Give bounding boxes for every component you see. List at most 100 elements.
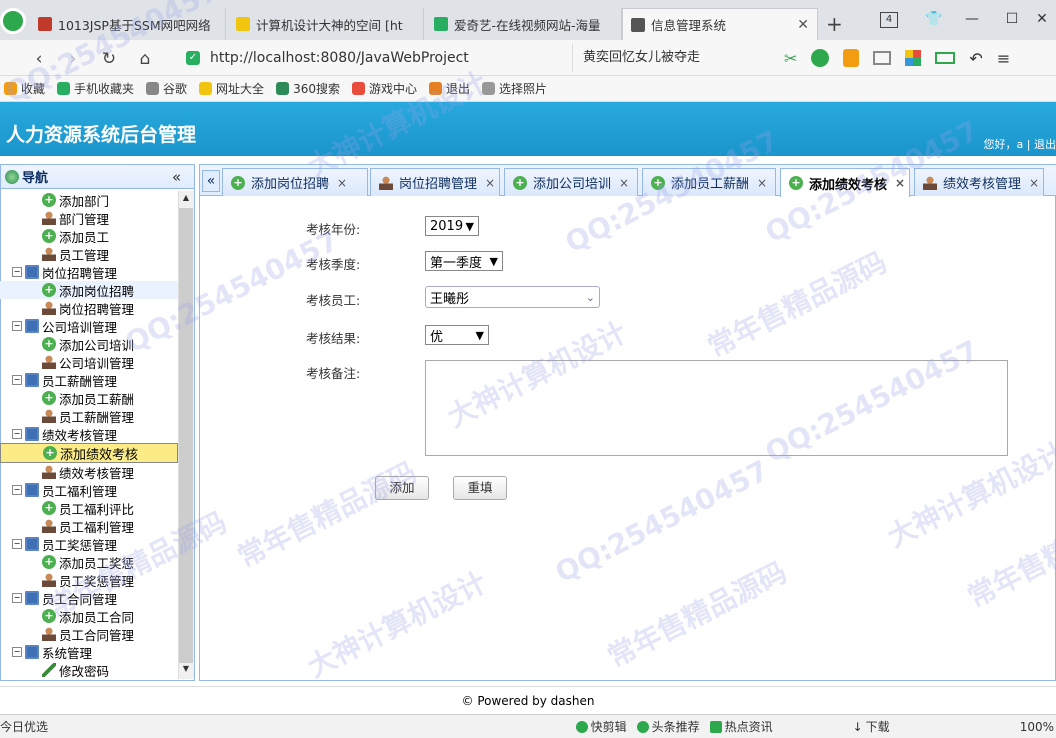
bookmark-item[interactable]: 谷歌 [146, 80, 187, 97]
shield-plugin-icon[interactable] [843, 49, 860, 67]
employee-select[interactable]: 王曦彤 ⌄ [425, 286, 600, 308]
tree-item[interactable]: + 添加部门 [0, 191, 178, 209]
reload-icon[interactable]: ↻ [98, 48, 120, 70]
tree-item[interactable]: − 系统管理 [0, 643, 178, 661]
tree-toggle-icon[interactable]: − [12, 593, 22, 603]
tree-item[interactable]: + 添加员工 [0, 227, 178, 245]
undo-icon[interactable]: ↶ [969, 49, 982, 68]
tree-item[interactable]: + 添加绩效考核 [0, 443, 178, 463]
apps-icon[interactable] [905, 50, 922, 66]
content-tab[interactable]: + 添加公司培训 × [504, 168, 638, 196]
statusbar-hot-news[interactable]: 热点资讯 [709, 718, 773, 735]
tree-item[interactable]: 员工管理 [0, 245, 178, 263]
forward-icon[interactable]: › [62, 48, 84, 70]
tree-item[interactable]: 绩效考核管理 [0, 463, 178, 481]
content-tab[interactable]: 绩效考核管理 × [914, 168, 1044, 196]
browser-tab[interactable]: 信息管理系统 ✕ [622, 8, 818, 40]
home-icon[interactable]: ⌂ [134, 48, 156, 70]
bookmark-item[interactable]: 收藏 [4, 80, 45, 97]
translate-icon[interactable] [811, 49, 830, 67]
tree-item[interactable]: + 添加岗位招聘 [0, 281, 178, 299]
tree-item[interactable]: 岗位招聘管理 [0, 299, 178, 317]
image-icon[interactable] [873, 51, 892, 65]
tree-toggle-icon[interactable]: − [12, 375, 22, 385]
tree-item[interactable]: 修改密码 [0, 661, 178, 679]
tree-item[interactable]: + 添加公司培训 [0, 335, 178, 353]
sidebar-scroll-thumb[interactable] [179, 208, 193, 663]
statusbar-today-picks[interactable]: 今日优选 [0, 718, 48, 735]
close-tab-icon[interactable]: × [619, 176, 629, 190]
content-tab[interactable]: 岗位招聘管理 × [370, 168, 500, 196]
tab-count-badge[interactable]: 4 [880, 12, 898, 28]
tree-item[interactable]: − 绩效考核管理 [0, 425, 178, 443]
new-tab-button[interactable]: + [826, 12, 843, 36]
statusbar-quick-clip[interactable]: 快剪辑 [575, 718, 627, 735]
tree-item[interactable]: 员工合同管理 [0, 625, 178, 643]
bookmark-item[interactable]: 退出 [428, 80, 470, 97]
statusbar-headline[interactable]: 头条推荐 [636, 718, 700, 735]
url-field[interactable]: ✓ http://localhost:8080/JavaWebProject [186, 44, 572, 72]
minimize-icon[interactable]: — [958, 8, 986, 30]
battery-icon[interactable] [935, 52, 956, 64]
back-icon[interactable]: ‹ [28, 48, 50, 70]
tree-item[interactable]: 员工奖惩管理 [0, 571, 178, 589]
tree-item[interactable]: − 员工奖惩管理 [0, 535, 178, 553]
scissors-icon[interactable]: ✂ [784, 49, 797, 68]
bookmark-item[interactable]: 游戏中心 [351, 80, 417, 97]
user-greeting-logout[interactable]: 您好，a | 退出 [984, 136, 1056, 152]
content-tab[interactable]: + 添加员工薪酬 × [642, 168, 776, 196]
tree-item[interactable]: + 员工福利评比 [0, 499, 178, 517]
content-tab[interactable]: + 添加绩效考核 × [780, 168, 910, 197]
tree-item[interactable]: 员工薪酬管理 [0, 407, 178, 425]
tree-toggle-icon[interactable]: − [12, 267, 22, 277]
browser-tab[interactable]: 爱奇艺-在线视频网站-海量 [426, 8, 622, 40]
tree-item[interactable]: 公司培训管理 [0, 353, 178, 371]
tree-item[interactable]: − 员工薪酬管理 [0, 371, 178, 389]
close-tab-icon[interactable]: × [337, 176, 347, 190]
bookmark-item[interactable]: 网址大全 [199, 80, 264, 97]
bookmark-item[interactable]: 手机收藏夹 [57, 80, 134, 97]
tree-toggle-icon[interactable]: − [12, 647, 22, 657]
menu-icon[interactable]: ≡ [997, 49, 1010, 68]
tree-item[interactable]: 员工福利管理 [0, 517, 178, 535]
quarter-select[interactable]: 第一季度 ▼ [425, 251, 503, 271]
scroll-up-icon[interactable]: ▲ [179, 193, 193, 202]
tree-toggle-icon[interactable]: − [12, 485, 22, 495]
content-tab[interactable]: + 添加岗位招聘 × [222, 168, 368, 196]
add-button[interactable]: 添加 [375, 476, 429, 500]
tree-toggle-icon[interactable]: − [12, 539, 22, 549]
browser-logo-icon[interactable] [0, 8, 26, 34]
close-tab-icon[interactable]: × [895, 176, 905, 190]
bookmark-item[interactable]: 选择照片 [482, 80, 547, 97]
maximize-icon[interactable]: ☐ [998, 8, 1026, 30]
bookmark-item[interactable]: 360搜索 [276, 80, 340, 97]
close-tab-icon[interactable]: ✕ [797, 17, 809, 33]
tree-toggle-icon[interactable]: − [12, 321, 22, 331]
tree-toggle-icon[interactable]: − [12, 429, 22, 439]
tree-item[interactable]: + 添加员工薪酬 [0, 389, 178, 407]
close-tab-icon[interactable]: × [757, 176, 767, 190]
close-window-icon[interactable]: ✕ [1028, 8, 1056, 30]
tree-item[interactable]: − 员工福利管理 [0, 481, 178, 499]
scroll-down-icon[interactable]: ▼ [179, 664, 193, 673]
result-select[interactable]: 优 ▼ [425, 325, 489, 345]
browser-tab[interactable]: 1013JSP基于SSM网吧网络 [30, 8, 226, 40]
tree-item[interactable]: + 添加员工奖惩 [0, 553, 178, 571]
collapse-sidebar-icon[interactable]: « [172, 168, 181, 186]
statusbar-zoom[interactable]: 100% [1020, 720, 1054, 734]
browser-tab[interactable]: 计算机设计大神的空间 [ht [228, 8, 424, 40]
tree-item[interactable]: − 员工合同管理 [0, 589, 178, 607]
tree-item[interactable]: − 公司培训管理 [0, 317, 178, 335]
skin-icon[interactable]: 👕 [920, 8, 948, 30]
tree-item[interactable]: 部门管理 [0, 209, 178, 227]
year-select[interactable]: 2019 ▼ [425, 216, 479, 236]
close-tab-icon[interactable]: × [485, 176, 495, 190]
close-tab-icon[interactable]: × [1029, 176, 1039, 190]
tree-item[interactable]: − 岗位招聘管理 [0, 263, 178, 281]
search-suggestion[interactable]: 黄奕回忆女儿被夺走 [572, 44, 772, 72]
tabs-scroll-left-icon[interactable]: « [202, 170, 220, 192]
reset-button[interactable]: 重填 [453, 476, 507, 500]
statusbar-download[interactable]: ↓ 下载 [853, 718, 890, 735]
remark-textarea[interactable] [425, 360, 1008, 456]
tree-item[interactable]: + 添加员工合同 [0, 607, 178, 625]
